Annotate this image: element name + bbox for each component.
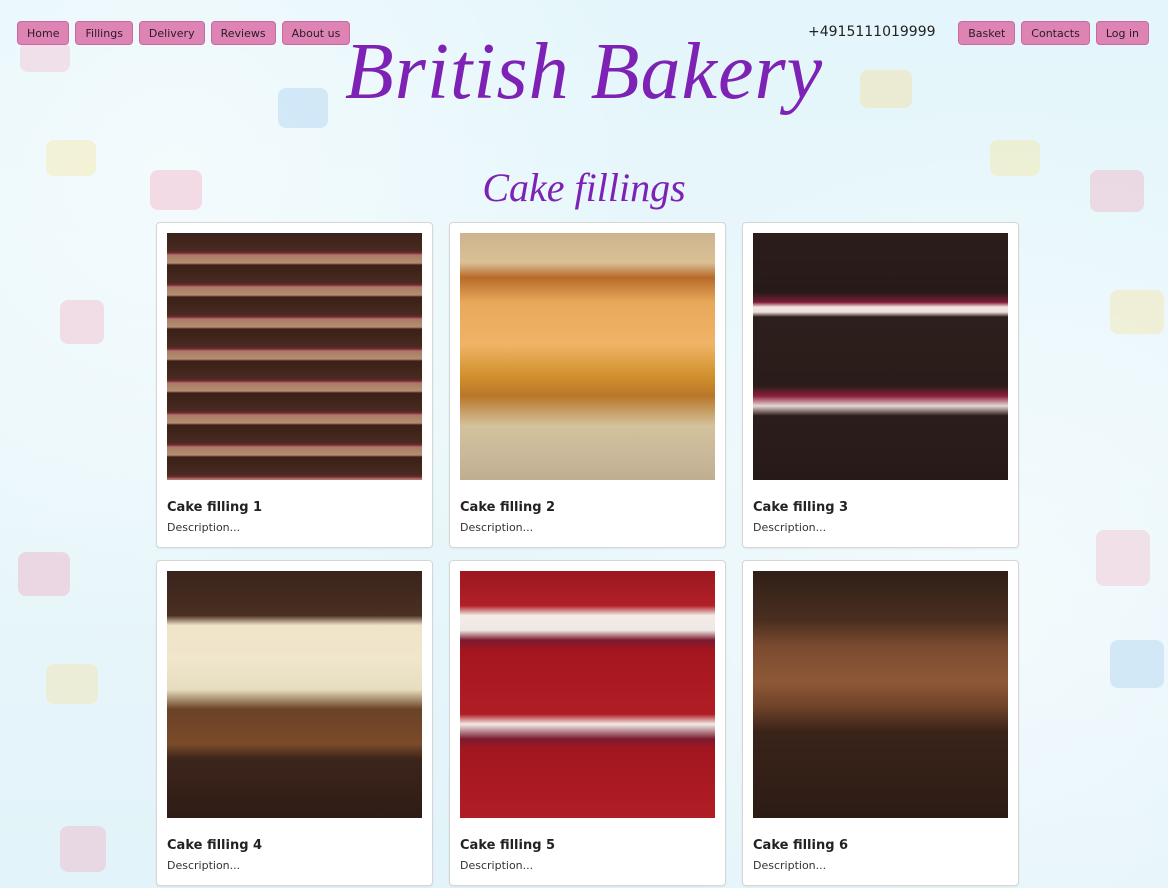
filling-description: Description... [460,859,534,872]
filling-card[interactable]: Cake filling 2 Description... [449,222,726,548]
filling-card[interactable]: Cake filling 1 Description... [156,222,433,548]
filling-card[interactable]: Cake filling 5 Description... [449,560,726,886]
background-decoration [1096,530,1150,586]
filling-image[interactable] [753,571,1008,818]
filling-card[interactable]: Cake filling 3 Description... [742,222,1019,548]
filling-card[interactable]: Cake filling 4 Description... [156,560,433,886]
filling-image[interactable] [460,571,715,818]
background-decoration [46,664,98,704]
section-title: Cake fillings [482,165,686,210]
filling-title: Cake filling 4 [167,838,263,853]
filling-card[interactable]: Cake filling 6 Description... [742,560,1019,886]
filling-title: Cake filling 5 [460,838,556,853]
filling-description: Description... [753,521,827,534]
filling-description: Description... [167,521,241,534]
filling-description: Description... [460,521,534,534]
filling-title: Cake filling 2 [460,500,556,515]
filling-image[interactable] [753,233,1008,480]
filling-title: Cake filling 1 [167,500,263,515]
fillings-grid: Cake filling 1 Description... Cake filli… [156,222,1019,886]
background-decoration [60,826,106,872]
site-logo: British Bakery [344,28,824,116]
background-decoration [1110,290,1164,334]
background-decoration [60,300,104,344]
filling-image[interactable] [460,233,715,480]
filling-title: Cake filling 6 [753,838,849,853]
filling-image[interactable] [167,571,422,818]
background-decoration [18,552,70,596]
filling-description: Description... [167,859,241,872]
filling-image[interactable] [167,233,422,480]
filling-title: Cake filling 3 [753,500,849,515]
filling-description: Description... [753,859,827,872]
background-decoration [1110,640,1164,688]
